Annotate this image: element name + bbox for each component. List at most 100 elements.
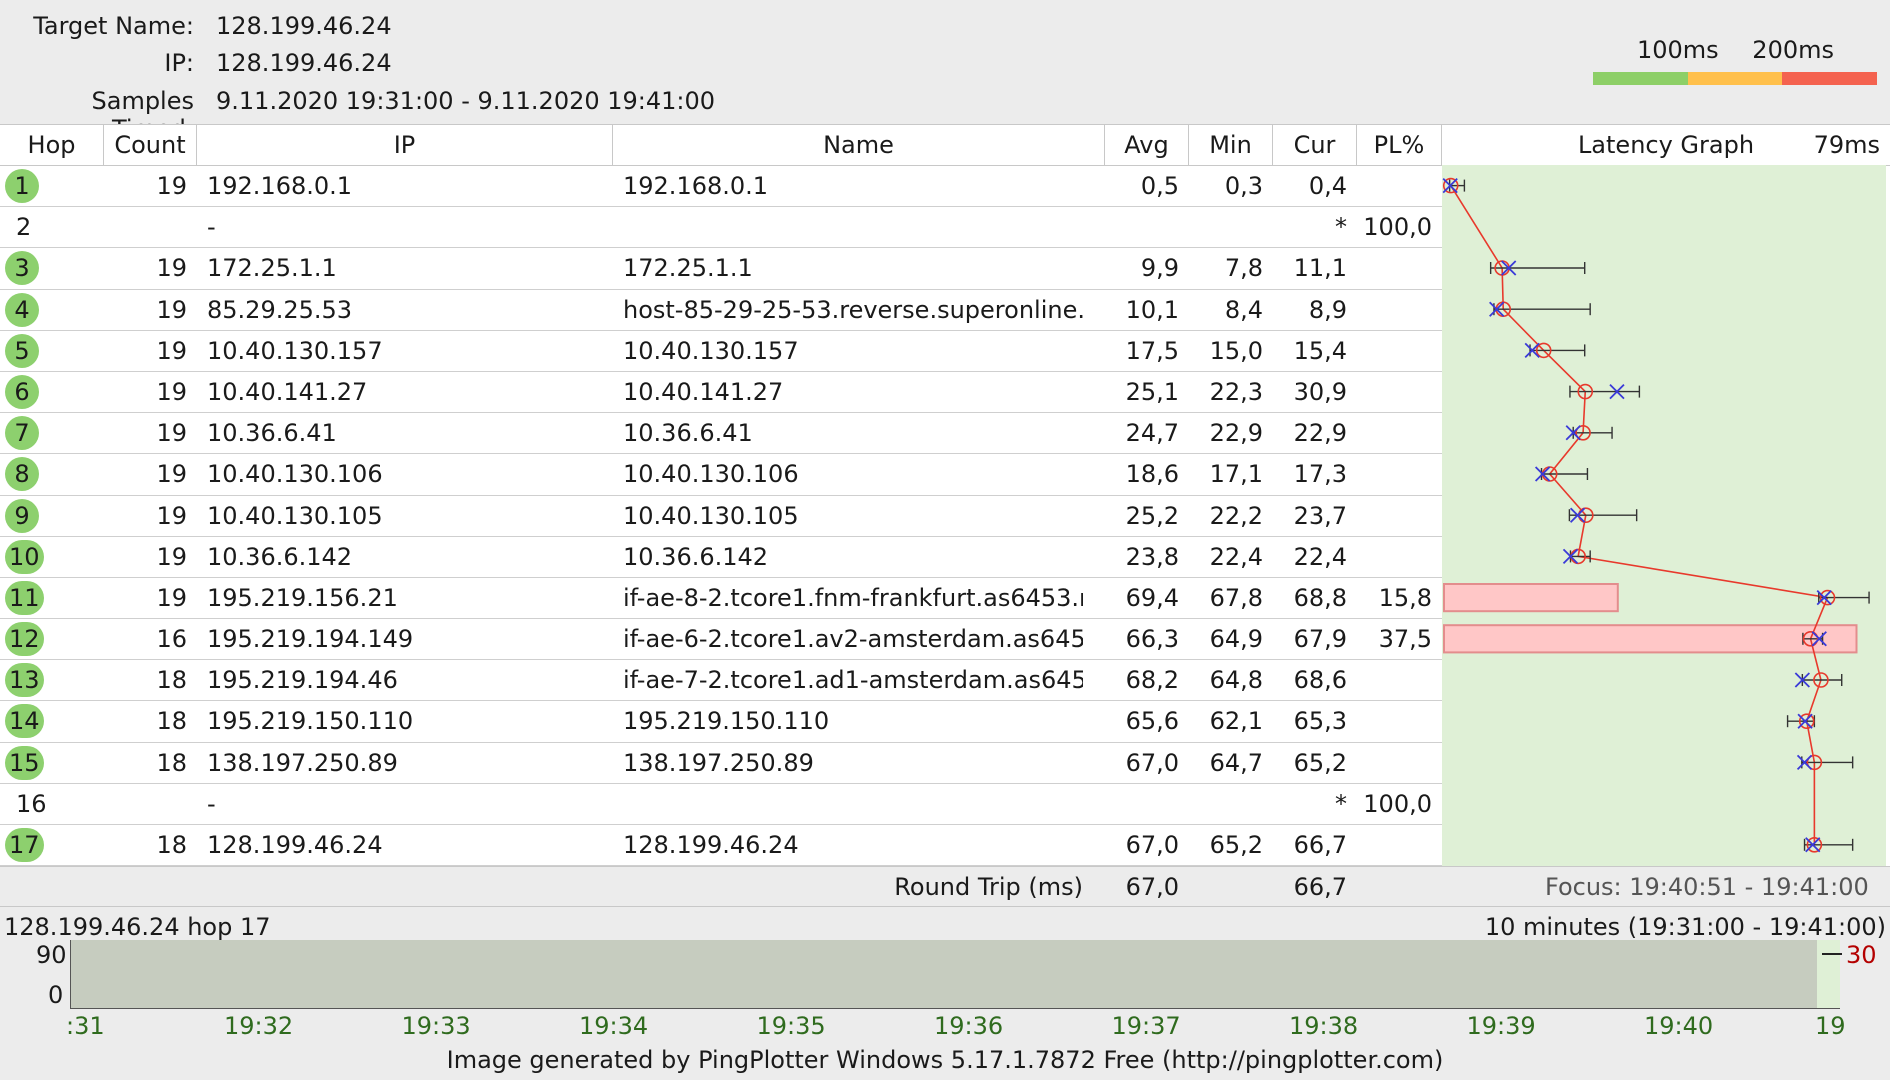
hop-row[interactable]: 15 18 138.197.250.89 138.197.250.89 67,0 64,7… [0,743,1442,784]
legend-color-bar [1593,72,1878,85]
hop-cur: 22,4 [1293,542,1347,571]
latency-graph[interactable] [1442,165,1886,866]
hop-number: 15 [5,745,44,780]
hop-min: 22,4 [1209,542,1263,571]
timeline-axis [70,1008,1840,1009]
hop-avg: 69,4 [1125,583,1179,612]
hop-row[interactable]: 9 19 10.40.130.105 10.40.130.105 25,2 22,2 23,… [0,496,1442,537]
hop-cur: 22,9 [1293,419,1347,448]
hop-rows: 1 19 192.168.0.1 192.168.0.1 0,5 0,3 0,4 2- * 100… [0,166,1442,867]
col-latency-graph[interactable]: Latency Graph 79ms [1442,125,1890,165]
hop-min [1189,784,1263,824]
hop-row[interactable]: 1 19 192.168.0.1 192.168.0.1 0,5 0,3 0,4 [0,166,1442,208]
hop-ip: 192.168.0.1 [207,172,353,200]
hop-name [623,784,1083,824]
legend-green [1593,72,1688,85]
col-count[interactable]: Count [104,125,197,165]
hop-row[interactable]: 16 - * 100,0 [0,784,1442,825]
packet-loss-bar [1443,583,1619,613]
packet-loss-bar [1443,624,1858,654]
hop-pl [1357,454,1432,494]
hop-number: 5 [5,333,39,368]
hop-name: if-ae-7-2.tcore1.ad1-amsterdam.as6453. [623,666,1083,695]
hop-row[interactable]: 17 18 128.199.46.24 128.199.46.24 67,0 65,2 66… [0,825,1442,867]
hop-row[interactable]: 14 18 195.219.150.110 195.219.150.110 65,6 62… [0,701,1442,743]
col-pl[interactable]: PL% [1357,125,1442,165]
hop-row[interactable]: 13 18 195.219.194.46 if-ae-7-2.tcore1.ad1-a… [0,660,1442,702]
hop-row[interactable]: 4 19 85.29.25.53 host-85-29-25-53.reverse.s… [0,290,1442,331]
hop-row[interactable]: 8 19 10.40.130.106 10.40.130.106 18,6 17,1 17,… [0,454,1442,496]
hop-number: 12 [5,622,44,657]
round-trip-summary: Round Trip (ms) 67,0 66,7 Focus: 19:40:5… [0,866,1890,907]
hop-row[interactable]: 5 19 10.40.130.157 10.40.130.157 17,5 15,0 15,… [0,331,1442,372]
target-name-value: 128.199.46.24 [216,12,392,40]
hop-name [623,207,1083,247]
timeline-panel[interactable]: 128.199.46.24 hop 17 10 minutes (19:31:0… [0,906,1890,1040]
hop-row[interactable]: 2 - * 100,0 [0,207,1442,249]
timeline-tick-label: 19:32 [224,1012,294,1040]
hop-count: 19 [156,542,187,571]
hop-pl: 37,5 [1378,625,1432,654]
hop-min: 17,1 [1209,460,1263,489]
hop-cur: 17,3 [1293,460,1347,489]
hop-row[interactable]: 3 19 172.25.1.1 172.25.1.1 9,9 7,8 11,1 [0,248,1442,290]
col-avg[interactable]: Avg [1105,125,1189,165]
hop-row[interactable]: 11 19 195.219.156.21 if-ae-8-2.tcore1.fnm-f… [0,578,1442,620]
hop-row[interactable]: 6 19 10.40.141.27 10.40.141.27 25,1 22,3 30,9 [0,372,1442,414]
timeline-plot[interactable] [70,940,1818,1008]
col-ip[interactable]: IP [197,125,613,165]
hop-min: 64,9 [1209,625,1263,654]
legend-yellow [1687,72,1783,85]
hop-count: 19 [156,172,187,200]
timeline-marker-line [1822,953,1842,955]
hop-cur: * [1335,789,1347,818]
col-cur[interactable]: Cur [1273,125,1357,165]
hop-pl: 100,0 [1363,213,1432,242]
hop-cur: 65,2 [1293,748,1347,777]
hop-pl [1357,537,1432,577]
hop-row[interactable]: 12 16 195.219.194.149 if-ae-6-2.tcore1.av2-… [0,619,1442,661]
hop-name: 128.199.46.24 [623,831,799,859]
hop-avg: 23,8 [1125,542,1179,571]
ip-label: IP: [164,49,194,77]
timeline-focus-window[interactable] [1817,940,1840,1008]
hop-name: if-ae-6-2.tcore1.av2-amsterdam.as6453. [623,625,1083,654]
hop-count: 19 [156,460,187,489]
col-name[interactable]: Name [613,125,1105,165]
col-min[interactable]: Min [1189,125,1273,165]
round-trip-label: Round Trip (ms) [894,873,1083,901]
legend-100ms: 100ms [1636,36,1719,64]
hop-row[interactable]: 10 19 10.36.6.142 10.36.6.142 23,8 22,4 22,4 [0,537,1442,578]
timeline-tick-label: :31 [66,1012,105,1040]
hop-avg: 9,9 [1140,254,1179,283]
hop-count: 18 [156,707,187,736]
hop-min: 8,4 [1224,295,1263,324]
hop-number: 9 [5,498,39,533]
hop-number: 7 [5,416,39,451]
hop-ip: 195.219.194.46 [207,666,398,695]
hop-ip: - [207,213,216,242]
hop-number: 10 [5,539,44,574]
focus-range: Focus: 19:40:51 - 19:41:00 [1545,873,1869,901]
hop-number: 6 [5,374,39,409]
hop-count: 16 [156,625,187,654]
hop-avg: 18,6 [1125,460,1179,489]
hop-ip: 128.199.46.24 [207,831,383,859]
hop-count: 18 [156,666,187,695]
ip-value: 128.199.46.24 [216,49,392,77]
timeline-tick-label: 19:35 [756,1012,826,1040]
hop-number: 13 [5,663,44,698]
hop-ip: 195.219.156.21 [207,583,398,612]
hop-row[interactable]: 7 19 10.36.6.41 10.36.6.41 24,7 22,9 22,9 [0,413,1442,455]
hop-avg: 24,7 [1125,419,1179,448]
hop-ip: 10.40.141.27 [207,377,368,406]
hop-count: 19 [156,254,187,283]
latency-graph-title: Latency Graph [1577,131,1755,159]
hop-cur: 23,7 [1293,501,1347,530]
hop-cur: 67,9 [1293,625,1347,654]
hop-name: 138.197.250.89 [623,748,814,777]
hop-name: 10.40.141.27 [623,377,784,406]
hop-ip: 172.25.1.1 [207,254,337,283]
hop-name: 10.40.130.105 [623,501,799,530]
col-hop[interactable]: Hop [0,125,104,165]
